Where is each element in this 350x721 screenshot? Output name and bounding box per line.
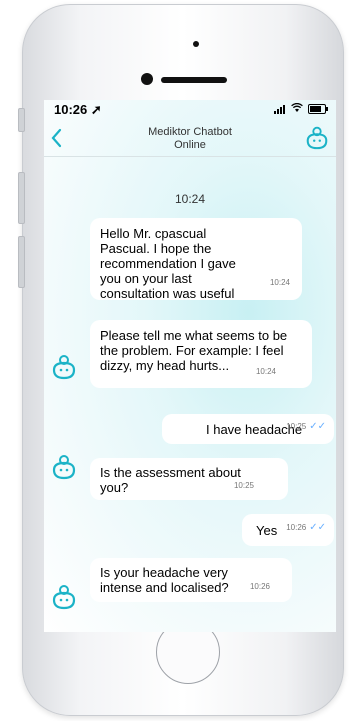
signal-icon <box>273 104 286 114</box>
earpiece <box>161 77 227 83</box>
bot-message: Please tell me what seems to be the prob… <box>90 320 312 388</box>
message-time: 10:24 <box>269 278 290 287</box>
battery-icon <box>308 104 328 115</box>
bot-avatar-icon <box>52 455 76 480</box>
double-check-icon: ✓✓ <box>309 522 326 533</box>
volume-up-button[interactable] <box>18 172 25 224</box>
chat-header: Mediktor Chatbot Online <box>44 120 336 157</box>
bot-message: Is the assessment about you? 10:25 <box>90 458 288 500</box>
wifi-icon <box>291 102 303 115</box>
bot-message: Is your headache very intense and locali… <box>90 558 292 602</box>
user-message: I have headache 10:25 ✓✓ <box>162 414 334 444</box>
message-time: 10:26 <box>249 582 270 591</box>
message-time: 10:25 <box>233 481 254 490</box>
message-text: Yes <box>256 523 278 538</box>
user-message: Yes 10:26 ✓✓ <box>242 514 334 546</box>
chat-title: Mediktor Chatbot <box>148 126 232 138</box>
chat-date-stamp: 10:24 <box>174 192 206 206</box>
message-time: 10:26 <box>286 523 307 532</box>
bot-avatar-icon <box>52 355 76 380</box>
status-icons <box>273 102 328 115</box>
message-text: Hello Mr. cpascual Pascual. I hope the r… <box>100 226 236 301</box>
chat-status: Online <box>174 139 206 151</box>
volume-down-button[interactable] <box>18 236 25 288</box>
bot-avatar-icon <box>52 585 76 610</box>
bot-avatar-icon[interactable] <box>304 124 330 150</box>
mute-switch[interactable] <box>18 108 25 132</box>
message-text: Is your headache very intense and locali… <box>100 565 229 595</box>
status-time: 10:26 ➚ <box>54 102 102 117</box>
bot-message: Hello Mr. cpascual Pascual. I hope the r… <box>90 218 302 301</box>
message-time: 10:25 <box>286 422 307 431</box>
status-bar: 10:26 ➚ <box>44 100 336 118</box>
proximity-sensor <box>193 41 199 47</box>
front-camera <box>141 73 153 85</box>
double-check-icon: ✓✓ <box>309 421 326 432</box>
message-status: 10:26 ✓✓ <box>286 520 326 535</box>
app-screen: 10:26 ➚ Mediktor Chatbot Online 10:24 He… <box>44 100 336 632</box>
message-time: 10:24 <box>255 367 276 376</box>
message-status: 10:25 ✓✓ <box>286 419 326 434</box>
